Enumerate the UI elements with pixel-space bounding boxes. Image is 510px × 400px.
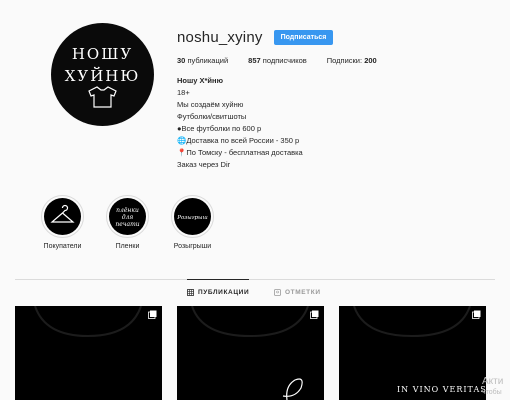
avatar-logo: НОШУ ХУЙНЮ — [65, 45, 141, 108]
svg-text:для: для — [122, 214, 134, 221]
bio-line: Мы создаём хуйню — [177, 100, 244, 109]
followers-count: 857 — [248, 56, 261, 65]
bio-line: ●Все футболки по 600 р — [177, 124, 262, 133]
profile-avatar[interactable]: НОШУ ХУЙНЮ — [51, 23, 154, 126]
follow-button[interactable]: Подписаться — [273, 29, 334, 45]
bio-name: Ношу Х*йню — [177, 76, 223, 85]
tag-icon — [274, 288, 281, 296]
profile-header: noshu_xyiny Подписаться 30 публикаций 85… — [177, 28, 497, 171]
highlight-ring — [41, 195, 84, 238]
highlight-label: Пленки — [115, 243, 140, 250]
windows-activation-watermark: Акти чтобы — [482, 376, 510, 398]
lettering-icon: плёнки для печати — [115, 207, 139, 228]
grid-icon — [187, 289, 194, 296]
bio-line: 🌐Доставка по всей России - 350 р — [177, 136, 300, 145]
highlight-cover: плёнки для печати — [109, 198, 146, 235]
tab-tagged[interactable]: ОТМЕТКИ — [274, 279, 321, 305]
following-label: Подписки: — [326, 56, 363, 65]
bio-line: 18+ — [177, 88, 190, 97]
profile-bio: Ношу Х*йню 18+ Мы создаём хуйню Футболки… — [177, 75, 497, 171]
avatar-text-bottom: ХУЙНЮ — [65, 66, 141, 85]
lettering-icon: Розыгрыш — [176, 215, 207, 221]
bio-line: Футболки/свитшоты — [177, 112, 247, 121]
tab-label: ОТМЕТКИ — [285, 288, 321, 296]
posts-stat: 30 публикаций — [177, 56, 228, 65]
svg-text:печати: печати — [115, 221, 139, 228]
multiple-photos-icon — [472, 310, 481, 319]
followers-stat[interactable]: 857 подписчиков — [248, 56, 307, 65]
post-caption: IN VINO VERITAS — [397, 385, 486, 394]
post-thumbnail[interactable] — [15, 306, 162, 400]
highlight-label: Покупатели — [43, 243, 82, 250]
username: noshu_xyiny — [177, 28, 263, 46]
post-thumbnail[interactable] — [177, 306, 324, 400]
posts-count: 30 — [177, 56, 186, 65]
highlight-cover — [44, 198, 81, 235]
multiple-photos-icon — [310, 310, 319, 319]
posts-label: публикаций — [187, 56, 229, 65]
watermark-line: Акти — [482, 376, 504, 387]
profile-tabs: ПУБЛИКАЦИИ ОТМЕТКИ — [0, 279, 510, 305]
svg-text:Розыгрыш: Розыгрыш — [176, 215, 207, 221]
post-image — [191, 306, 309, 400]
watermark-line: чтобы — [482, 389, 502, 396]
highlight-films[interactable]: плёнки для печати Пленки — [95, 195, 160, 250]
highlight-cover: Розыгрыш — [174, 198, 211, 235]
highlight-ring: плёнки для печати — [106, 195, 149, 238]
bio-line: Заказ через Dir — [177, 160, 231, 169]
highlight-buyers[interactable]: Покупатели — [30, 195, 95, 250]
bio-line: 📍По Томску - бесплатная доставка — [177, 148, 303, 157]
tshirt-icon — [88, 86, 117, 108]
following-count: 200 — [364, 56, 377, 65]
following-stat[interactable]: Подписки: 200 — [327, 56, 377, 65]
story-highlights: Покупатели плёнки для печати Пленки Розы… — [30, 195, 225, 250]
svg-text:плёнки: плёнки — [116, 207, 139, 214]
highlight-label: Розыгрыши — [173, 243, 212, 250]
post-thumbnail[interactable]: IN VINO VERITAS — [339, 306, 486, 400]
followers-label: подписчиков — [262, 56, 307, 65]
highlight-giveaways[interactable]: Розыгрыш Розыгрыши — [160, 195, 225, 250]
hanger-icon — [50, 204, 75, 223]
tab-label: ПУБЛИКАЦИИ — [198, 289, 250, 296]
post-image — [34, 306, 142, 338]
tab-posts[interactable]: ПУБЛИКАЦИИ — [187, 279, 250, 305]
multiple-photos-icon — [148, 310, 157, 319]
profile-stats: 30 публикаций 857 подписчиков Подписки: … — [177, 56, 497, 65]
posts-grid: IN VINO VERITAS — [15, 306, 486, 400]
highlight-ring: Розыгрыш — [171, 195, 214, 238]
avatar-text-top: НОШУ — [72, 45, 133, 63]
